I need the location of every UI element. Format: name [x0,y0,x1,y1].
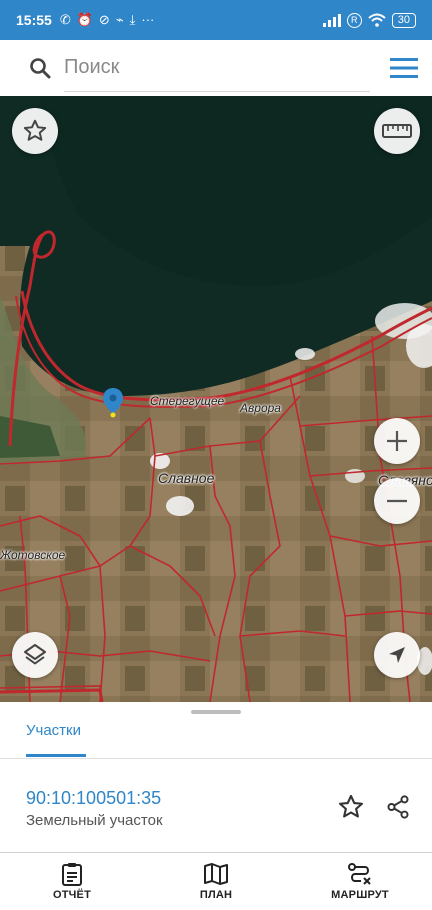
zoom-in-button[interactable] [374,418,420,464]
parcel-share-button[interactable] [381,790,415,824]
nav-plan[interactable]: ПЛАН [144,853,288,910]
ruler-icon [382,124,412,138]
divider [0,758,432,759]
search-header [0,40,432,96]
map-view[interactable]: Стерегущее Аврора Славное Славяно Жотовс… [0,96,432,702]
nav-report[interactable]: ОТЧЁТ [0,853,144,910]
search-input[interactable] [64,56,370,79]
wifi-icon [368,13,386,27]
search-field-wrap [64,44,370,92]
route-icon [348,863,371,885]
navigation-arrow-icon [389,647,405,663]
star-outline-icon [338,794,364,818]
nav-route-label: МАРШРУТ [331,889,389,901]
more-dots-icon: ··· [141,12,155,27]
usb-icon: ⌁ [115,12,124,27]
status-time: 15:55 [16,12,52,28]
parcel-favorite-button[interactable] [334,790,368,824]
search-icon[interactable] [28,56,52,80]
call-icon: ✆ [59,12,71,27]
favorite-button[interactable] [12,108,58,154]
my-location-button[interactable] [374,632,420,678]
bottom-navigation: ОТЧЁТ ПЛАН МАРШРУТ [0,852,432,910]
place-label-zhotovskoe: Жотовское [0,548,66,562]
status-bar: 15:55 ✆ ⏰ ⊘ ⌁ ⤓ ··· R 30 [0,0,432,40]
ruler-button[interactable] [374,108,420,154]
minus-icon [387,499,407,503]
nav-plan-label: ПЛАН [199,889,233,901]
status-icons-right: R 30 [322,12,416,28]
share-icon [387,795,409,819]
layers-button[interactable] [12,632,58,678]
parcel-type: Земельный участок [26,812,163,829]
vpn-icon: ⊘ [98,12,110,27]
layers-icon [24,644,46,665]
battery-icon: 30 [391,12,416,28]
parcel-cadastral-number[interactable]: 90:10:100501:35 [26,788,161,809]
download-icon: ⤓ [129,12,136,27]
app-screen: 15:55 ✆ ⏰ ⊘ ⌁ ⤓ ··· R 30 Поиск Стерегуще… [0,0,432,910]
bottom-sheet: Участки 90:10:100501:35 Земельный участо… [0,702,432,852]
place-label-steregushchee: Стерегущее [150,394,225,408]
plus-icon [387,431,407,451]
star-outline-icon [23,119,47,141]
tab-active-indicator [26,754,86,757]
nav-report-label: ОТЧЁТ [52,889,92,901]
place-label-avrora: Аврора [240,401,281,415]
report-icon [62,863,82,886]
menu-icon[interactable] [390,57,418,79]
roaming-icon: R [346,12,362,28]
tab-parcels[interactable]: Участки [26,722,81,739]
alarm-icon: ⏰ [76,12,93,27]
zoom-out-button[interactable] [374,478,420,524]
signal-icon [322,13,341,27]
location-pin-icon[interactable] [103,388,123,418]
nav-route[interactable]: МАРШРУТ [288,853,432,910]
map-plan-icon [204,863,228,885]
place-label-slavnoe: Славное [158,470,215,486]
status-icons-left: ✆ ⏰ ⊘ ⌁ ⤓ ··· [60,12,155,28]
sheet-drag-handle[interactable] [191,710,241,714]
